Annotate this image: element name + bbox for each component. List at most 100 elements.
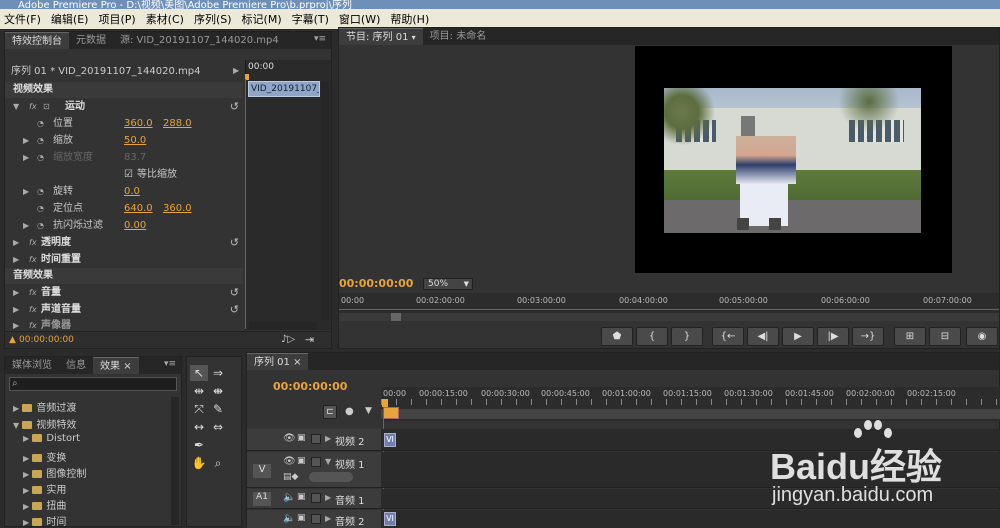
- work-area-handle[interactable]: [383, 407, 399, 419]
- expand-icon[interactable]: ▶: [13, 404, 19, 413]
- expand-icon[interactable]: ▶: [23, 470, 29, 479]
- lift-button[interactable]: ⊞: [894, 327, 926, 346]
- program-video-frame[interactable]: [635, 46, 952, 273]
- expand-open-icon[interactable]: ▼: [13, 98, 19, 115]
- program-zoom-bar[interactable]: [339, 313, 999, 321]
- tab-source[interactable]: 源: VID_20191107_144020.mp4: [113, 32, 286, 49]
- fx-icon[interactable]: fx: [29, 301, 37, 318]
- anchor-x-value[interactable]: 640.0: [124, 200, 153, 217]
- expand-icon[interactable]: ▶: [23, 518, 29, 527]
- panel-menu-icon[interactable]: ▾≡: [313, 34, 327, 46]
- timeline-timecode[interactable]: 00:00:00:00: [273, 380, 347, 393]
- work-area-bar[interactable]: [381, 409, 1000, 419]
- menu-help[interactable]: 帮助(H): [390, 11, 429, 27]
- expand-icon[interactable]: ▶: [23, 486, 29, 495]
- extract-button[interactable]: ⊟: [929, 327, 961, 346]
- position-y-value[interactable]: 288.0: [163, 115, 192, 132]
- tree-item-time[interactable]: ▶ 时间: [23, 513, 66, 528]
- track-area-audio1[interactable]: [381, 489, 1000, 509]
- tab-metadata[interactable]: 元数据: [69, 32, 113, 49]
- hand-tool-icon[interactable]: ✋: [190, 455, 208, 471]
- timeline-ruler[interactable]: 00:00 00:00:15:00 00:00:30:00 00:00:45:0…: [381, 387, 1000, 421]
- reset-icon[interactable]: ↺: [230, 98, 239, 115]
- tree-item-video-effects[interactable]: ▼ 视频特效: [13, 416, 76, 431]
- reset-icon[interactable]: ↺: [230, 234, 239, 251]
- sequence-marker-icon[interactable]: ●: [345, 406, 354, 417]
- effects-search-input[interactable]: ⌕: [9, 377, 177, 391]
- time-remap-row[interactable]: ▶ fx 时间重置: [5, 251, 243, 268]
- razor-tool-icon[interactable]: ✎: [209, 401, 227, 417]
- go-to-out-button[interactable]: →}: [852, 327, 884, 346]
- panner-row[interactable]: ▶ fx 声像器: [5, 317, 243, 330]
- fx-icon[interactable]: fx: [29, 284, 37, 301]
- slide-tool-icon[interactable]: ⇔: [209, 419, 227, 435]
- channel-volume-row[interactable]: ▶ fx 声道音量 ↺: [5, 301, 243, 318]
- menu-file[interactable]: 文件(F): [4, 11, 41, 27]
- reset-icon[interactable]: ↺: [230, 284, 239, 301]
- position-x-value[interactable]: 360.0: [124, 115, 153, 132]
- scale-value[interactable]: 50.0: [124, 132, 146, 149]
- stopwatch-icon[interactable]: ◔: [37, 115, 44, 132]
- mini-timeline-scrollbar[interactable]: [249, 322, 317, 330]
- lock-track-icon[interactable]: ▣: [297, 513, 306, 523]
- expand-icon[interactable]: ▶: [23, 454, 29, 463]
- menu-title[interactable]: 字幕(T): [292, 11, 329, 27]
- fx-icon[interactable]: fx: [29, 98, 37, 115]
- fx-icon[interactable]: fx: [29, 234, 37, 251]
- speaker-icon[interactable]: 🔈: [283, 513, 295, 524]
- rolling-edit-tool-icon[interactable]: ⇼: [209, 383, 227, 399]
- speaker-icon[interactable]: 🔈: [283, 492, 295, 503]
- selection-tool-icon[interactable]: ↖: [190, 365, 208, 381]
- dropdown-icon[interactable]: ▾: [412, 33, 416, 42]
- expand-icon[interactable]: ▶: [23, 502, 29, 511]
- tree-item-utility[interactable]: ▶ 实用: [23, 481, 66, 496]
- source-track-a1[interactable]: A1: [253, 492, 271, 506]
- expand-icon[interactable]: ▶: [23, 183, 29, 200]
- expand-icon[interactable]: ▶: [13, 284, 19, 301]
- antiflicker-value[interactable]: 0.00: [124, 217, 146, 234]
- add-marker-icon[interactable]: ▼: [365, 406, 372, 416]
- sync-lock-icon[interactable]: [311, 434, 321, 444]
- effect-mini-timeline[interactable]: [245, 60, 331, 330]
- expand-icon[interactable]: ▶: [325, 514, 331, 523]
- tab-info[interactable]: 信息: [59, 357, 93, 374]
- timeline-playhead-icon[interactable]: [382, 399, 388, 407]
- track-header-video2[interactable]: 👁 ▣ ▶ 视频 2: [247, 429, 381, 451]
- eye-icon[interactable]: 👁: [283, 433, 296, 444]
- snap-icon[interactable]: ⊏: [323, 405, 337, 419]
- expand-icon[interactable]: ▶: [13, 317, 19, 330]
- track-header-video1[interactable]: V 👁 ▣ ▼ 视频 1 ▤◆: [247, 452, 381, 488]
- zoom-tool-icon[interactable]: ⌕: [209, 455, 227, 471]
- stopwatch-icon[interactable]: ◔: [37, 183, 44, 200]
- close-icon[interactable]: ×: [293, 357, 301, 368]
- sync-lock-icon[interactable]: [311, 514, 321, 524]
- tab-effect-controls[interactable]: 特效控制台: [5, 32, 69, 49]
- tree-item-distort-cn[interactable]: ▶ 扭曲: [23, 497, 66, 512]
- rate-stretch-tool-icon[interactable]: ⤧: [190, 401, 208, 417]
- opacity-row[interactable]: ▶ fx 透明度 ↺: [5, 234, 243, 251]
- step-forward-button[interactable]: |▶: [817, 327, 849, 346]
- ripple-edit-tool-icon[interactable]: ⇹: [190, 383, 208, 399]
- zoom-select[interactable]: 50% ▼: [423, 278, 473, 290]
- go-to-in-button[interactable]: {←: [712, 327, 744, 346]
- sync-lock-icon[interactable]: [311, 457, 321, 467]
- expand-icon[interactable]: ▶: [13, 301, 19, 318]
- expand-icon[interactable]: ▶: [23, 434, 29, 443]
- sync-lock-icon[interactable]: [311, 493, 321, 503]
- menu-window[interactable]: 窗口(W): [339, 11, 380, 27]
- zoom-handle[interactable]: [391, 313, 401, 321]
- effects-scrollbar[interactable]: [171, 397, 179, 525]
- clip-badge[interactable]: VI: [384, 512, 396, 526]
- tab-project[interactable]: 项目: 未命名: [423, 28, 494, 45]
- track-area-audio2[interactable]: [381, 510, 1000, 528]
- tab-effects[interactable]: 效果 ×: [93, 357, 139, 374]
- rotation-value[interactable]: 0.0: [124, 183, 140, 200]
- anchor-y-value[interactable]: 360.0: [163, 200, 192, 217]
- motion-row[interactable]: ▼ fx ⊡ 运动 ↺: [5, 98, 243, 115]
- source-track-v[interactable]: V: [253, 464, 271, 478]
- tab-program[interactable]: 节目: 序列 01 ▾: [339, 28, 423, 45]
- expand-icon[interactable]: ▶: [13, 251, 19, 268]
- expand-icon[interactable]: ▶: [325, 434, 331, 443]
- track-area-video2[interactable]: [381, 429, 1000, 451]
- volume-row[interactable]: ▶ fx 音量 ↺: [5, 284, 243, 301]
